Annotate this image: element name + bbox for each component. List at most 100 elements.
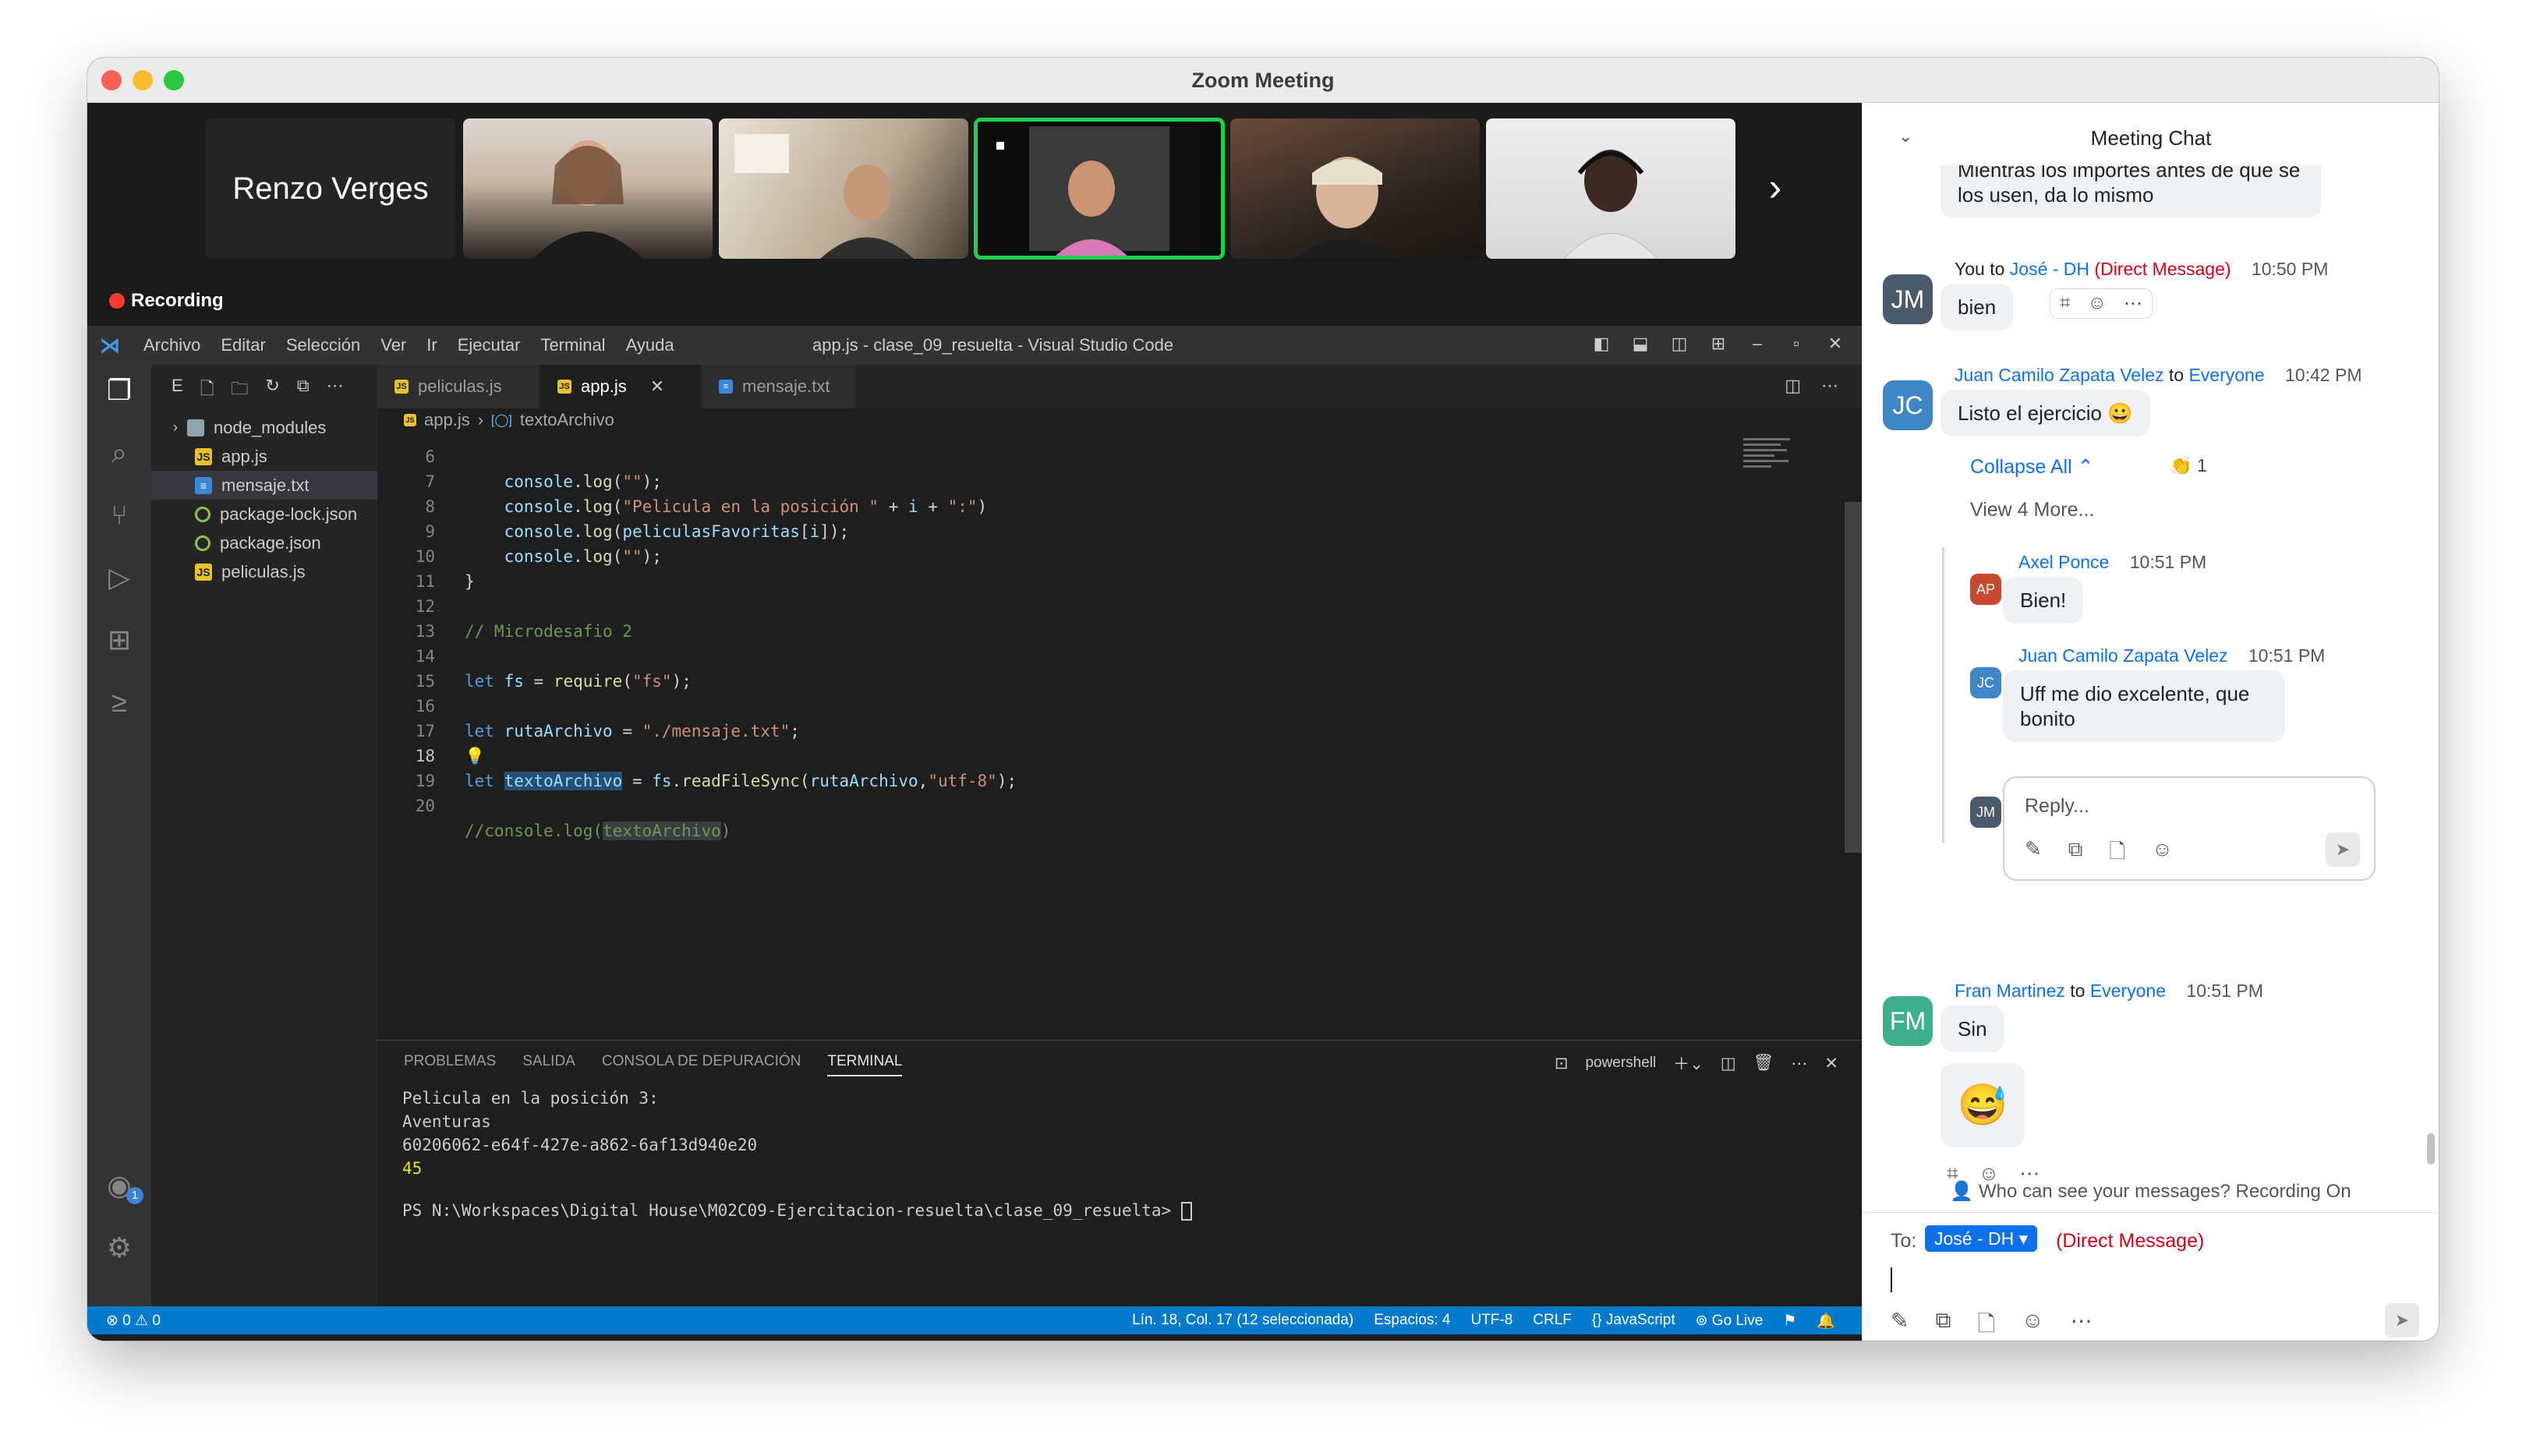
new-folder-icon[interactable]: 🗀 — [231, 376, 248, 405]
menu-ayuda[interactable]: Ayuda — [626, 335, 674, 355]
toggle-secondary-sidebar-icon[interactable]: ◫ — [1668, 334, 1690, 354]
participant-video-3-active-speaker[interactable] — [974, 118, 1225, 260]
toggle-sidebar-icon[interactable]: ◧ — [1590, 334, 1612, 354]
menu-terminal[interactable]: Terminal — [540, 335, 605, 355]
more-actions-icon[interactable]: ⋯ — [327, 376, 344, 405]
editor-scrollbar[interactable] — [1845, 502, 1862, 853]
more-actions-icon[interactable]: ⋯ — [1791, 1054, 1807, 1073]
chat-messages[interactable]: Mientras los importes antes de que se lo… — [1863, 103, 2439, 1194]
emoji-icon[interactable]: ☺ — [2022, 1308, 2044, 1341]
recipient-name[interactable]: Everyone — [2090, 981, 2166, 1001]
view-more-link[interactable]: View 4 More... — [1970, 499, 2094, 521]
reply-input-box[interactable]: Reply... ✎ ⧉ 🗋 ☺ ➤ — [2003, 776, 2376, 881]
breadcrumb-symbol[interactable]: textoArchivo — [520, 410, 614, 430]
remote-explorer-icon[interactable]: ≥ — [103, 686, 136, 719]
refresh-icon[interactable]: ↻ — [265, 376, 279, 405]
restore-icon[interactable]: ▫ — [1785, 334, 1807, 354]
tab-peliculas-js[interactable]: JS peliculas.js — [377, 365, 540, 408]
tab-terminal[interactable]: TERMINAL — [827, 1053, 903, 1076]
minimap[interactable] — [1743, 438, 1792, 477]
collapse-all-link[interactable]: Collapse All ⌃ — [1970, 455, 2094, 479]
recipient-name[interactable]: José - DH — [2010, 259, 2089, 279]
line-endings[interactable]: CRLF — [1533, 1312, 1572, 1331]
toggle-panel-icon[interactable]: ⬓ — [1629, 334, 1651, 354]
message-input-caret[interactable] — [1891, 1267, 1892, 1292]
menu-ejecutar[interactable]: Ejecutar — [458, 335, 521, 355]
breadcrumb-file[interactable]: app.js — [424, 410, 470, 430]
sender-name[interactable]: Juan Camilo Zapata Velez — [2018, 645, 2228, 666]
participant-tile-name[interactable]: Renzo Verges — [206, 118, 455, 259]
tab-app-js[interactable]: JS app.js ✕ — [540, 365, 701, 408]
close-tab-icon[interactable]: ✕ — [650, 376, 664, 397]
more-actions-icon[interactable]: ⋯ — [1821, 376, 1838, 396]
next-participants-arrow-icon[interactable]: › — [1756, 164, 1795, 210]
sender-name[interactable]: Axel Ponce — [2018, 552, 2109, 572]
language-mode[interactable]: {} JavaScript — [1592, 1312, 1675, 1331]
recipient-dropdown[interactable]: José - DH ▾ — [1925, 1225, 2038, 1252]
kill-terminal-icon[interactable]: 🗑 — [1753, 1054, 1774, 1073]
close-panel-icon[interactable]: ✕ — [1824, 1054, 1838, 1073]
problems-status[interactable]: ⊗ 0 ⚠ 0 — [106, 1312, 161, 1330]
format-icon[interactable]: ✎ — [1891, 1308, 1909, 1341]
sender-name[interactable]: Fran Martinez — [1955, 981, 2065, 1001]
split-terminal-icon[interactable]: ◫ — [1721, 1054, 1736, 1073]
feedback-icon[interactable]: ⚑ — [1783, 1312, 1796, 1331]
tree-item-file[interactable]: package.json — [151, 528, 377, 557]
go-live-button[interactable]: ⊚ Go Live — [1696, 1312, 1764, 1331]
more-icon[interactable]: ⋯ — [2071, 1308, 2093, 1341]
tab-consola-depuracion[interactable]: CONSOLA DE DEPURACIÓN — [602, 1053, 801, 1076]
participant-video-5[interactable] — [1486, 118, 1735, 259]
screenshot-icon[interactable]: ⧉ — [1935, 1308, 1951, 1341]
code-editor[interactable]: 6 console.log(""); 7 console.log("Pelicu… — [377, 432, 1862, 1040]
recipient-name[interactable]: Everyone — [2188, 365, 2264, 385]
sender-name[interactable]: Juan Camilo Zapata Velez — [1955, 365, 2164, 385]
menu-ver[interactable]: Ver — [380, 335, 406, 355]
collapse-folders-icon[interactable]: ⧉ — [297, 376, 310, 405]
screenshot-icon[interactable]: ⧉ — [2068, 837, 2083, 871]
close-icon[interactable]: ✕ — [1824, 334, 1846, 354]
file-icon[interactable]: 🗋 — [1977, 1308, 1995, 1341]
send-reply-icon[interactable]: ➤ — [2326, 832, 2360, 867]
menu-archivo[interactable]: Archivo — [143, 335, 200, 355]
minimize-icon[interactable]: – — [1746, 334, 1768, 354]
tab-mensaje-txt[interactable]: ≡ mensaje.txt — [702, 365, 856, 408]
notifications-bell-icon[interactable]: 🔔 — [1817, 1312, 1835, 1331]
participant-video-4[interactable] — [1230, 118, 1480, 259]
format-icon[interactable]: ✎ — [2025, 837, 2042, 871]
new-terminal-icon[interactable]: ＋⌄ — [1673, 1051, 1703, 1075]
explorer-icon[interactable]: ❐ — [103, 374, 136, 407]
menu-editar[interactable]: Editar — [221, 335, 265, 355]
tree-item-file[interactable]: JS app.js — [151, 442, 377, 471]
terminal-prompt[interactable]: PS N:\Workspaces\Digital House\M02C09-Ej… — [402, 1201, 1192, 1221]
terminal-shell-label[interactable]: powershell — [1585, 1055, 1656, 1072]
settings-gear-icon[interactable]: ⚙ — [103, 1232, 136, 1264]
emoji-icon[interactable]: ☺ — [2152, 837, 2173, 871]
chat-scrollbar[interactable] — [2427, 1133, 2435, 1164]
reaction-chip[interactable]: 👏 1 — [2170, 455, 2207, 476]
cursor-position[interactable]: Lín. 18, Col. 17 (12 seleccionada) — [1132, 1312, 1353, 1331]
tree-item-file[interactable]: JS peliculas.js — [151, 557, 377, 586]
split-editor-icon[interactable]: ◫ — [1785, 376, 1801, 396]
menu-ir[interactable]: Ir — [426, 335, 437, 355]
tree-item-folder[interactable]: › node_modules — [151, 413, 377, 442]
source-control-icon[interactable]: ⑂ — [103, 499, 136, 532]
file-icon[interactable]: 🗋 — [2109, 837, 2125, 871]
tab-salida[interactable]: SALIDA — [522, 1053, 575, 1076]
add-reaction-icon[interactable]: ☺ — [2088, 292, 2107, 315]
search-icon[interactable]: ⌕ — [103, 436, 136, 469]
send-message-icon[interactable]: ➤ — [2385, 1303, 2419, 1338]
participant-video-1[interactable] — [463, 118, 713, 259]
customize-layout-icon[interactable]: ⊞ — [1707, 334, 1729, 354]
tree-item-file[interactable]: package-lock.json — [151, 500, 377, 528]
new-file-icon[interactable]: 🗋 — [200, 376, 214, 405]
tree-item-file-selected[interactable]: ≡ mensaje.txt — [151, 471, 377, 500]
reply-icon[interactable]: ⌗ — [2060, 292, 2071, 315]
who-can-see-notice[interactable]: 👤 Who can see your messages? Recording O… — [1863, 1180, 2439, 1203]
tab-problemas[interactable]: PROBLEMAS — [404, 1053, 496, 1076]
more-icon[interactable]: ⋯ — [2124, 292, 2142, 315]
encoding[interactable]: UTF-8 — [1470, 1312, 1512, 1331]
menu-seleccion[interactable]: Selección — [286, 335, 360, 355]
run-debug-icon[interactable]: ▷ — [103, 561, 136, 594]
participant-video-2[interactable] — [719, 118, 968, 259]
indentation[interactable]: Espacios: 4 — [1374, 1312, 1450, 1331]
